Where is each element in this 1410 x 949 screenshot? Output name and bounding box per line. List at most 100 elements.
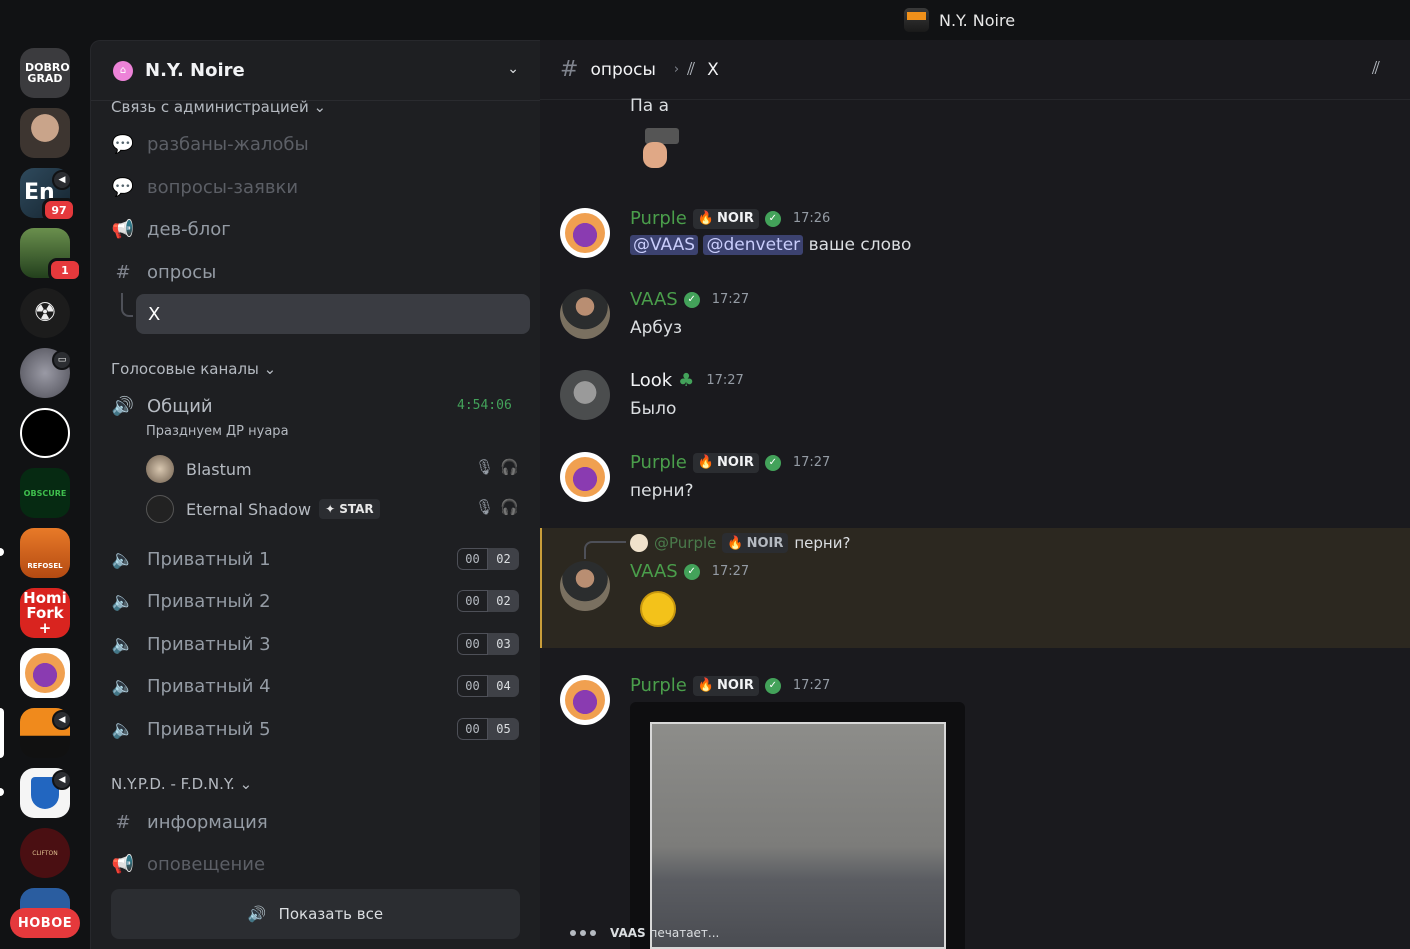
timestamp: 17:26 (792, 211, 831, 226)
verified-icon: ✓ (683, 563, 700, 580)
voice-private-label: Приватный 2 (147, 590, 271, 612)
message-header: VAAS ✓ 17:27 (630, 289, 749, 310)
username[interactable]: Look (630, 370, 672, 391)
counter-limit: 05 (488, 718, 519, 740)
server-dobrograd[interactable]: DOBRO GRAD (20, 48, 70, 98)
voice-private-3[interactable]: 🔈 Приватный 3 (111, 624, 271, 664)
reply-preview[interactable]: @Purple 🔥 NOIR перни? (630, 533, 850, 553)
channel-announce[interactable]: 📢 оповещение (111, 844, 265, 884)
new-button[interactable]: НОВОЕ (10, 908, 80, 938)
message-text: перни? (630, 481, 694, 501)
reply-avatar (630, 534, 648, 552)
channel-requests[interactable]: 💬 вопросы-заявки (111, 167, 298, 207)
chevron-down-icon[interactable]: ⌄ (507, 61, 519, 77)
username[interactable]: VAAS (630, 561, 678, 582)
title-server: N.Y. Noire (904, 8, 1015, 32)
role-tag: 🔥 NOIR (692, 208, 759, 229)
avatar-purple[interactable] (560, 452, 610, 502)
chevron-right-icon: › (673, 62, 680, 77)
category-nypd[interactable]: N.Y.P.D. - F.D.N.Y. ⌄ (111, 775, 252, 793)
guild-header[interactable]: ⌂ N.Y. Noire ⌄ (91, 41, 541, 101)
title-bar: N.Y. Noire (0, 0, 1410, 40)
star-tag: ✦ STAR (319, 499, 380, 519)
server-gasmask[interactable]: ☢ (20, 288, 70, 338)
counter-limit: 02 (488, 590, 519, 612)
thread-icon: ⫽ (687, 59, 696, 80)
server-refosel-label: REFOSEL (27, 562, 63, 570)
guild-name: N.Y. Noire (145, 60, 245, 81)
thread-x[interactable]: X (136, 294, 530, 334)
server-homifork[interactable]: Homi Fork + (20, 588, 70, 638)
voice-user-name-2: Eternal Shadow (186, 499, 312, 519)
header-channel-name[interactable]: опросы (590, 60, 655, 80)
username[interactable]: Purple (630, 675, 687, 696)
message-header: Look ♣ 17:27 (630, 370, 744, 391)
forum-icon-2: 💬 (111, 176, 135, 198)
typing-text: VAAS печатает... (610, 926, 719, 940)
screen-share-icon: ▭ (52, 350, 72, 370)
server-obscure[interactable]: OBSCURE (20, 468, 70, 518)
voice-icon: 🔈 (111, 718, 135, 740)
timestamp: 17:27 (792, 678, 831, 693)
hash-icon: # (115, 261, 131, 283)
username[interactable]: Purple (630, 452, 687, 473)
verified-icon: ✓ (764, 454, 781, 471)
voice-private-4[interactable]: 🔈 Приватный 4 (111, 666, 271, 706)
show-all-button[interactable]: 🔊 Показать все (111, 889, 520, 939)
voice-active-icon: 🔊 (111, 395, 135, 417)
channel-devblog[interactable]: 📢 дев-блог (111, 209, 231, 249)
username[interactable]: Purple (630, 208, 687, 229)
channel-bans[interactable]: 💬 разбаны-жалобы (111, 124, 309, 164)
verified-icon: ✓ (764, 677, 781, 694)
server-refosel[interactable]: REFOSEL (20, 528, 70, 578)
title-server-name: N.Y. Noire (939, 10, 1016, 30)
mention-badge: 97 (42, 198, 76, 222)
role-tag: 🔥 NOIR (692, 675, 759, 696)
voice-general[interactable]: 🔊 Общий (111, 386, 213, 426)
avatar-look[interactable] (560, 370, 610, 420)
unread-pill (0, 548, 4, 556)
counter-users: 00 (457, 590, 488, 612)
channel-polls[interactable]: # опросы (111, 252, 216, 292)
threads-icon[interactable]: ⫽ (1372, 58, 1380, 79)
avatar-vaas[interactable] (560, 561, 610, 611)
channel-info[interactable]: # информация (111, 802, 268, 842)
username[interactable]: VAAS (630, 289, 678, 310)
avatar (146, 455, 174, 483)
avatar-vaas[interactable] (560, 289, 610, 339)
channel-devblog-label: дев-блог (147, 218, 231, 240)
reply-spine (584, 541, 626, 559)
server-logo-icon (904, 8, 929, 32)
megaphone-icon-2: 📢 (111, 853, 135, 875)
category-admin-label: Связь с администрацией (111, 98, 309, 116)
gun-sticker (635, 120, 685, 180)
voice-general-label: Общий (147, 395, 213, 417)
reply-username: @Purple (654, 534, 717, 552)
speaker-icon-4: 🔊 (247, 905, 267, 923)
server-avatar-man[interactable] (20, 108, 70, 158)
video-attachment[interactable] (630, 702, 965, 949)
thread-spine (121, 293, 133, 317)
voice-user-blastum[interactable]: Blastum (146, 452, 252, 486)
server-soldiers[interactable] (20, 408, 70, 458)
role-tag-label: NOIR (717, 455, 754, 470)
voice-private-label: Приватный 3 (147, 633, 271, 655)
avatar-purple[interactable] (560, 208, 610, 258)
voice-private-5[interactable]: 🔈 Приватный 5 (111, 709, 271, 749)
server-clifton[interactable]: CLIFTON (20, 828, 70, 878)
mention[interactable]: @VAAS (630, 235, 699, 255)
voice-counter: 00 04 (457, 675, 519, 697)
voice-icon: 🔈 (111, 548, 135, 570)
category-admin[interactable]: Связь с администрацией ⌄ (111, 98, 326, 116)
voice-private-2[interactable]: 🔈 Приватный 2 (111, 581, 271, 621)
server-homifork-label: Homi Fork + (23, 588, 67, 637)
category-voice[interactable]: Голосовые каналы ⌄ (111, 360, 276, 378)
megaphone-icon: 📢 (111, 218, 135, 240)
voice-private-1[interactable]: 🔈 Приватный 1 (111, 539, 271, 579)
avatar-purple[interactable] (560, 675, 610, 725)
channel-info-label: информация (147, 811, 268, 833)
mention-2[interactable]: @denveter (703, 235, 804, 255)
server-noire[interactable] (20, 648, 70, 698)
voice-private-label: Приватный 4 (147, 675, 271, 697)
voice-user-eternal[interactable]: Eternal Shadow ✦ STAR (146, 492, 380, 526)
